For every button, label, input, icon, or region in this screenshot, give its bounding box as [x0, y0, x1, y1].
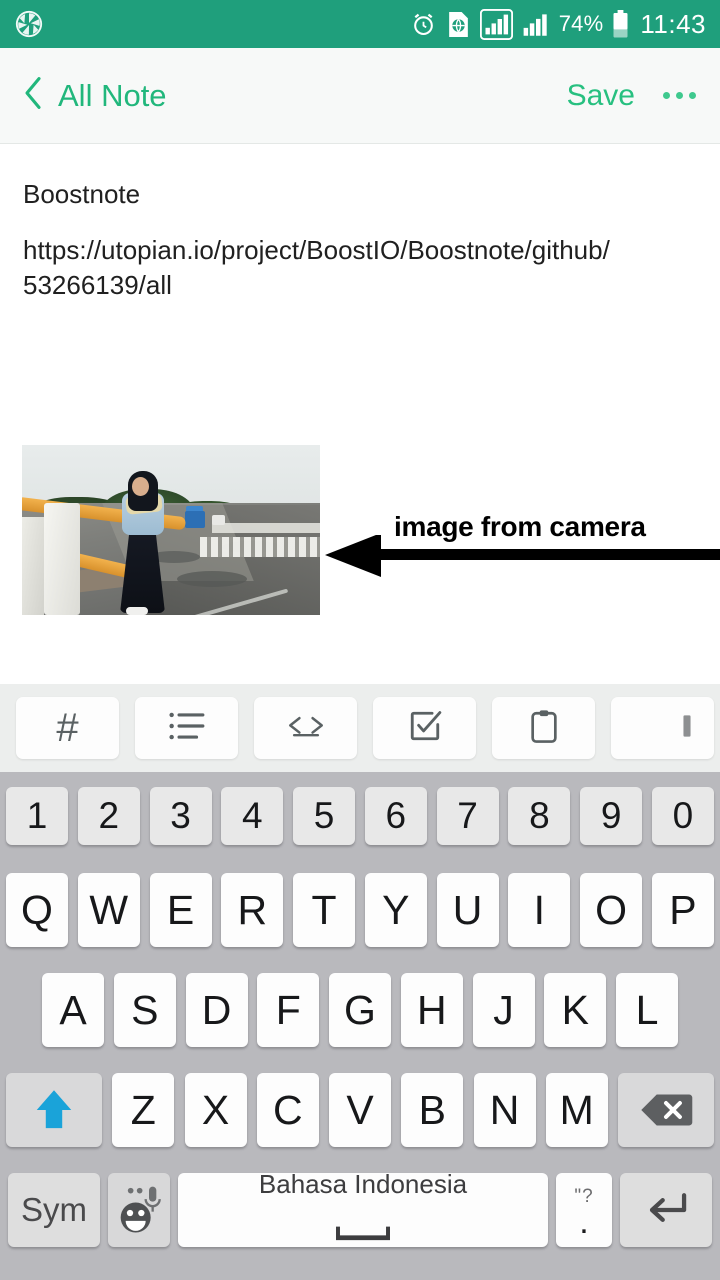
- markdown-toolbar: #: [0, 684, 720, 772]
- chevron-left-icon: [22, 75, 44, 116]
- key-l[interactable]: L: [616, 973, 678, 1047]
- key-3[interactable]: 3: [149, 787, 212, 845]
- key-z[interactable]: Z: [112, 1073, 175, 1147]
- code-angle-brackets-icon: [285, 713, 327, 744]
- heading-hash-button[interactable]: #: [16, 697, 119, 759]
- key-g[interactable]: G: [329, 973, 391, 1047]
- period-key-label: .: [579, 1203, 589, 1242]
- key-w[interactable]: W: [77, 873, 140, 947]
- key-7[interactable]: 7: [436, 787, 499, 845]
- key-n[interactable]: N: [473, 1073, 536, 1147]
- key-2[interactable]: 2: [77, 787, 140, 845]
- key-6[interactable]: 6: [364, 787, 427, 845]
- note-url-text[interactable]: https://utopian.io/project/BoostIO/Boost…: [23, 233, 623, 303]
- more-options-icon[interactable]: [661, 86, 698, 105]
- status-bar-right-icons: 74% 11:43: [410, 9, 706, 40]
- on-screen-keyboard[interactable]: 1 2 3 4 5 6 7 8 9 0 Q W E R T Y U I O P …: [0, 772, 720, 1280]
- key-1[interactable]: 1: [6, 787, 68, 845]
- key-d[interactable]: D: [185, 973, 248, 1047]
- key-j[interactable]: J: [472, 973, 535, 1047]
- key-s[interactable]: S: [113, 973, 176, 1047]
- backspace-key[interactable]: [618, 1073, 714, 1147]
- key-u[interactable]: U: [436, 873, 499, 947]
- key-y[interactable]: Y: [364, 873, 427, 947]
- key-v[interactable]: V: [329, 1073, 391, 1147]
- up-arrow-icon: [36, 1090, 72, 1129]
- enter-key[interactable]: [620, 1173, 712, 1247]
- save-button[interactable]: Save: [567, 79, 635, 113]
- battery-percent-label: 74%: [558, 11, 604, 36]
- bullet-list-icon: [168, 710, 206, 747]
- keyboard-number-row: 1 2 3 4 5 6 7 8 9 0: [0, 772, 720, 860]
- key-b[interactable]: B: [401, 1073, 464, 1147]
- keyboard-row-asdf: A S D F G H J K L: [0, 960, 720, 1060]
- status-bar-left-icons: [14, 9, 44, 39]
- battery-icon: [612, 10, 629, 38]
- signal-bars-sim1-icon: [479, 8, 513, 40]
- key-q[interactable]: Q: [6, 873, 68, 947]
- key-4[interactable]: 4: [221, 787, 284, 845]
- key-5[interactable]: 5: [293, 787, 356, 845]
- clipboard-icon: [529, 709, 559, 748]
- key-e[interactable]: E: [149, 873, 212, 947]
- checkbox-task-button[interactable]: [373, 697, 476, 759]
- status-bar: 74% 11:43: [0, 0, 720, 48]
- period-key[interactable]: "? .: [556, 1173, 612, 1247]
- signal-bars-sim2-icon: [522, 11, 550, 38]
- back-to-all-note-button[interactable]: All Note: [22, 75, 167, 116]
- clipboard-paste-button[interactable]: [492, 697, 595, 759]
- key-i[interactable]: I: [508, 873, 571, 947]
- key-h[interactable]: H: [400, 973, 463, 1047]
- phone-screen: 74% 11:43 All Note Save Boostnote https:…: [0, 0, 720, 1280]
- key-8[interactable]: 8: [508, 787, 571, 845]
- key-r[interactable]: R: [221, 873, 284, 947]
- key-k[interactable]: K: [544, 973, 607, 1047]
- keyboard-row-zxcv: Z X C V B N M: [0, 1060, 720, 1160]
- key-a[interactable]: A: [42, 973, 104, 1047]
- shift-key[interactable]: [6, 1073, 102, 1147]
- key-0[interactable]: 0: [651, 787, 714, 845]
- key-c[interactable]: C: [256, 1073, 319, 1147]
- keyboard-row-qwerty: Q W E R T Y U I O P: [0, 860, 720, 960]
- space-bar-icon: [335, 1206, 391, 1251]
- backspace-icon: [641, 1094, 693, 1126]
- code-block-button[interactable]: [254, 697, 357, 759]
- symbols-key[interactable]: Sym: [8, 1173, 100, 1247]
- smiley-microphone-icon: [120, 1186, 161, 1233]
- key-f[interactable]: F: [257, 973, 320, 1047]
- camera-aperture-icon: [14, 9, 44, 39]
- app-bar-actions: Save: [567, 79, 698, 113]
- key-9[interactable]: 9: [580, 787, 643, 845]
- key-o[interactable]: O: [580, 873, 643, 947]
- emoji-mic-key[interactable]: [108, 1173, 170, 1247]
- keyboard-row-bottom: Sym Bahasa Indonesia "? .: [0, 1160, 720, 1260]
- app-bar: All Note Save: [0, 48, 720, 144]
- key-x[interactable]: X: [184, 1073, 247, 1147]
- key-m[interactable]: M: [545, 1073, 608, 1147]
- hash-icon: #: [56, 706, 79, 750]
- key-t[interactable]: T: [293, 873, 356, 947]
- space-key[interactable]: Bahasa Indonesia: [178, 1169, 548, 1247]
- key-p[interactable]: P: [651, 873, 714, 947]
- space-language-label: Bahasa Indonesia: [258, 1169, 468, 1199]
- partial-cut-off-button[interactable]: [611, 697, 714, 759]
- enter-arrow-icon: [649, 1193, 687, 1222]
- globe-sim-icon: [446, 11, 471, 38]
- checkbox-icon: [408, 709, 442, 748]
- bullet-list-button[interactable]: [135, 697, 238, 759]
- alarm-clock-icon: [410, 11, 437, 38]
- status-bar-clock: 11:43: [640, 8, 706, 39]
- note-editor-body[interactable]: Boostnote https://utopian.io/project/Boo…: [0, 145, 720, 802]
- note-embedded-photo[interactable]: [22, 445, 320, 615]
- note-title-text[interactable]: Boostnote: [23, 179, 140, 210]
- partial-glyph-icon: [682, 713, 692, 744]
- left-arrow-annotation: [325, 533, 720, 577]
- app-bar-title: All Note: [58, 77, 167, 113]
